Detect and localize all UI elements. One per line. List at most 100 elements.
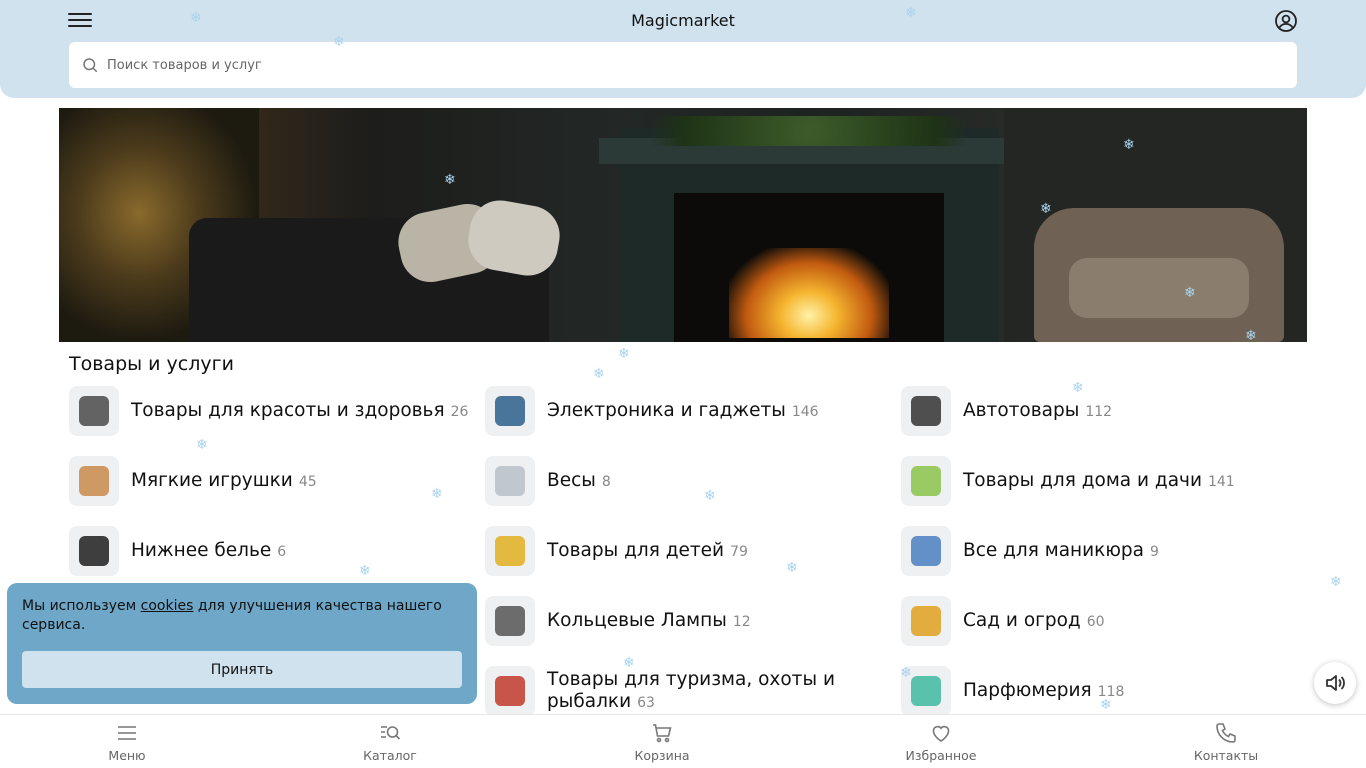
banner-garland bbox=[599, 116, 1019, 146]
header: Magicmarket bbox=[0, 0, 1366, 98]
category-item[interactable]: Товары для красоты и здоровья 26 bbox=[69, 386, 468, 436]
category-item[interactable]: Товары для детей 79 bbox=[485, 526, 748, 576]
banner-fire bbox=[729, 248, 889, 338]
scale-product-icon bbox=[485, 456, 535, 506]
category-count: 63 bbox=[637, 694, 655, 711]
kids-product-icon bbox=[485, 526, 535, 576]
category-label: Товары для дома и дачи bbox=[963, 469, 1202, 491]
nav-contacts-label: Контакты bbox=[1193, 748, 1259, 763]
category-label: Мягкие игрушки bbox=[131, 469, 293, 491]
category-label: Весы bbox=[547, 469, 596, 491]
ring-lamp-product-icon bbox=[485, 596, 535, 646]
cookie-text: Мы используем cookies для улучшения каче… bbox=[22, 597, 462, 635]
category-count: 60 bbox=[1086, 613, 1105, 630]
category-count: 26 bbox=[450, 403, 469, 420]
category-label: Кольцевые Лампы bbox=[547, 609, 727, 631]
bottom-navigation: Меню Каталог Корзина Избранное Контакты bbox=[0, 714, 1366, 768]
accept-cookies-button[interactable]: Принять bbox=[22, 651, 462, 688]
home-garden-product-icon bbox=[901, 456, 951, 506]
category-label: Автотовары bbox=[963, 399, 1080, 421]
search-input[interactable] bbox=[107, 57, 1207, 73]
category-label: Сад и огрод bbox=[963, 609, 1081, 631]
category-label-wrap: Товары для красоты и здоровья 26 bbox=[131, 400, 468, 423]
category-label-wrap: Товары для детей 79 bbox=[547, 540, 748, 563]
electronics-product-icon bbox=[485, 386, 535, 436]
nav-catalog-label: Каталог bbox=[363, 748, 417, 763]
nav-menu-label: Меню bbox=[108, 748, 146, 763]
snowflake-icon: ❄ bbox=[1330, 574, 1342, 590]
category-label: Парфюмерия bbox=[963, 679, 1092, 701]
category-label: Товары для туризма, охоты и рыбалки bbox=[547, 668, 835, 712]
snowflake-icon: ❄ bbox=[704, 488, 716, 504]
banner-armchair-seat bbox=[1069, 258, 1249, 318]
camping-product-icon bbox=[485, 666, 535, 716]
nav-menu[interactable]: Меню bbox=[77, 721, 177, 767]
snowflake-icon: ❄ bbox=[359, 563, 371, 579]
category-item[interactable]: Парфюмерия 118 bbox=[901, 666, 1124, 716]
heart-icon bbox=[932, 725, 950, 742]
category-item[interactable]: Нижнее белье 6 bbox=[69, 526, 286, 576]
sound-accessibility-button[interactable] bbox=[1314, 662, 1356, 704]
cookie-text-before: Мы используем bbox=[22, 598, 141, 614]
manicure-product-icon bbox=[901, 526, 951, 576]
catalog-search-icon bbox=[381, 726, 401, 740]
category-label-wrap: Весы 8 bbox=[547, 470, 611, 493]
category-count: 8 bbox=[601, 473, 611, 490]
menu-icon bbox=[118, 726, 136, 740]
category-count: 112 bbox=[1085, 403, 1113, 420]
site-title[interactable]: Magicmarket bbox=[0, 11, 1366, 30]
category-label-wrap: Товары для туризма, охоты и рыбалки 63 bbox=[547, 669, 847, 714]
nav-cart[interactable]: Корзина bbox=[612, 721, 712, 767]
speaker-icon bbox=[1326, 675, 1345, 691]
category-count: 12 bbox=[732, 613, 751, 630]
category-label-wrap: Все для маникюра 9 bbox=[963, 540, 1159, 563]
category-label-wrap: Сад и огрод 60 bbox=[963, 610, 1105, 633]
category-item[interactable]: Товары для дома и дачи 141 bbox=[901, 456, 1235, 506]
category-label-wrap: Товары для дома и дачи 141 bbox=[963, 470, 1235, 493]
nav-catalog[interactable]: Каталог bbox=[340, 721, 440, 767]
category-item[interactable]: Товары для туризма, охоты и рыбалки 63 bbox=[485, 666, 847, 716]
car-seat-product-icon bbox=[901, 386, 951, 436]
category-label-wrap: Автотовары 112 bbox=[963, 400, 1112, 423]
category-label-wrap: Мягкие игрушки 45 bbox=[131, 470, 317, 493]
category-label-wrap: Кольцевые Лампы 12 bbox=[547, 610, 751, 633]
underwear-product-icon bbox=[69, 526, 119, 576]
promo-banner[interactable] bbox=[59, 108, 1307, 342]
nav-contacts[interactable]: Контакты bbox=[1176, 721, 1276, 767]
perfume-product-icon bbox=[901, 666, 951, 716]
phone-icon bbox=[1216, 723, 1236, 743]
category-label: Электроника и гаджеты bbox=[547, 399, 786, 421]
account-icon[interactable] bbox=[1274, 9, 1298, 33]
category-count: 79 bbox=[730, 543, 748, 560]
snowflake-icon: ❄ bbox=[593, 366, 605, 382]
snowflake-icon: ❄ bbox=[431, 486, 443, 502]
category-item[interactable]: Сад и огрод 60 bbox=[901, 596, 1105, 646]
category-item[interactable]: Все для маникюра 9 bbox=[901, 526, 1159, 576]
category-item[interactable]: Мягкие игрушки 45 bbox=[69, 456, 317, 506]
plush-toy-product-icon bbox=[69, 456, 119, 506]
category-item[interactable]: Весы 8 bbox=[485, 456, 611, 506]
category-count: 146 bbox=[791, 403, 819, 420]
category-label-wrap: Электроника и гаджеты 146 bbox=[547, 400, 819, 423]
cart-icon bbox=[653, 724, 672, 743]
nav-favorites[interactable]: Избранное bbox=[891, 721, 991, 767]
category-label-wrap: Нижнее белье 6 bbox=[131, 540, 286, 563]
cookies-link[interactable]: cookies bbox=[141, 598, 194, 614]
category-item[interactable]: Электроника и гаджеты 146 bbox=[485, 386, 819, 436]
category-count: 141 bbox=[1207, 473, 1235, 490]
category-label-wrap: Парфюмерия 118 bbox=[963, 680, 1124, 703]
search-icon bbox=[83, 58, 98, 73]
category-label: Товары для красоты и здоровья bbox=[131, 399, 445, 421]
category-label: Товары для детей bbox=[547, 539, 725, 561]
category-count: 9 bbox=[1150, 543, 1159, 560]
category-item[interactable]: Кольцевые Лампы 12 bbox=[485, 596, 751, 646]
category-item[interactable]: Автотовары 112 bbox=[901, 386, 1112, 436]
category-label: Все для маникюра bbox=[963, 539, 1144, 561]
search-bar[interactable] bbox=[69, 42, 1297, 88]
section-title: Товары и услуги bbox=[69, 353, 234, 375]
category-count: 118 bbox=[1097, 683, 1125, 700]
snowflake-icon: ❄ bbox=[618, 346, 630, 362]
category-label: Нижнее белье bbox=[131, 539, 272, 561]
category-count: 45 bbox=[298, 473, 317, 490]
snowflake-icon: ❄ bbox=[196, 437, 208, 453]
